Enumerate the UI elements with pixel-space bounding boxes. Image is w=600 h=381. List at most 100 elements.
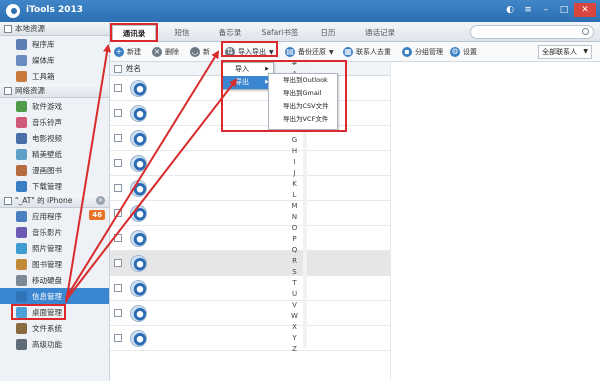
- alphabet-index-letter[interactable]: P: [289, 234, 300, 245]
- sidebar-item-device-2[interactable]: 照片管理: [0, 240, 109, 256]
- row-checkbox[interactable]: [114, 84, 122, 92]
- group-manage-button[interactable]: ▪ 分组管理: [402, 45, 443, 59]
- list-item[interactable]: [110, 326, 390, 351]
- eject-icon[interactable]: ✕: [96, 196, 105, 205]
- alphabet-index-letter[interactable]: H: [289, 146, 300, 157]
- menu-item-import[interactable]: 导入 ▶: [223, 63, 273, 76]
- alphabet-index-letter[interactable]: Z: [289, 344, 300, 355]
- sidebar-item-device-4[interactable]: 移动硬盘: [0, 272, 109, 288]
- menu-item-export-outlook[interactable]: 导出到Outlook: [269, 74, 337, 87]
- row-checkbox[interactable]: [114, 184, 122, 192]
- row-checkbox[interactable]: [114, 284, 122, 292]
- list-item[interactable]: [110, 101, 390, 126]
- sidebar-item-online-4[interactable]: 漫画图书: [0, 162, 109, 178]
- alphabet-index-letter[interactable]: V: [289, 300, 300, 311]
- sidebar-item-device-5[interactable]: 信息管理: [0, 288, 109, 304]
- sidebar-item-device-1[interactable]: 音乐影片: [0, 224, 109, 240]
- list-item[interactable]: [110, 251, 390, 276]
- column-name-header[interactable]: 姓名: [126, 63, 141, 74]
- menu-icon[interactable]: ≡: [520, 3, 536, 17]
- list-item[interactable]: [110, 151, 390, 176]
- sidebar-item-device-8[interactable]: 高级功能: [0, 336, 109, 352]
- section-local-resources[interactable]: 本地资源: [0, 22, 109, 36]
- tab-calendar[interactable]: 日历: [308, 25, 348, 42]
- import-export-button[interactable]: ⇅ 导入导出 ▼: [225, 45, 274, 59]
- list-item[interactable]: [110, 201, 390, 226]
- section-device[interactable]: "_AT" 的 iPhone ✕: [0, 194, 109, 208]
- search-icon[interactable]: [582, 28, 589, 35]
- list-item[interactable]: [110, 176, 390, 201]
- tab-sms[interactable]: 短信: [162, 25, 202, 42]
- tab-safari-bookmarks[interactable]: Safari书签: [258, 25, 302, 42]
- menu-item-export-vcf[interactable]: 导出为VCF文件: [269, 113, 337, 126]
- sidebar-item-device-6[interactable]: 桌面管理: [0, 304, 109, 320]
- section-online-resources[interactable]: 网络资源: [0, 84, 109, 98]
- row-checkbox[interactable]: [114, 159, 122, 167]
- dedupe-button[interactable]: ▦ 联系人去重: [343, 45, 391, 59]
- menu-item-export-gmail[interactable]: 导出到Gmail: [269, 87, 337, 100]
- maximize-button[interactable]: □: [556, 3, 572, 17]
- close-button[interactable]: ✕: [574, 3, 596, 17]
- alphabet-index-letter[interactable]: N: [289, 212, 300, 223]
- alphabet-index-letter[interactable]: O: [289, 223, 300, 234]
- alphabet-index-letter[interactable]: M: [289, 201, 300, 212]
- collapse-icon[interactable]: [4, 196, 12, 205]
- sidebar-item-online-5[interactable]: 下载管理: [0, 178, 109, 194]
- collapse-icon[interactable]: [4, 24, 12, 33]
- alphabet-index-letter[interactable]: S: [289, 267, 300, 278]
- search-input[interactable]: [477, 26, 577, 38]
- alphabet-index-letter[interactable]: I: [289, 157, 300, 168]
- sidebar-item-device-0[interactable]: 应用程序 46: [0, 208, 109, 224]
- alphabet-index-letter[interactable]: L: [289, 190, 300, 201]
- tab-call-log[interactable]: 通话记录: [354, 25, 406, 42]
- row-checkbox[interactable]: [114, 109, 122, 117]
- settings-button[interactable]: ⚙ 设置: [450, 45, 477, 59]
- row-checkbox[interactable]: [114, 309, 122, 317]
- row-checkbox[interactable]: [114, 209, 122, 217]
- skin-icon[interactable]: ◐: [502, 3, 518, 17]
- row-checkbox[interactable]: [114, 234, 122, 242]
- backup-restore-button[interactable]: ▤ 备份还原 ▼: [285, 45, 334, 59]
- sidebar-item-local-1[interactable]: 媒体库: [0, 52, 109, 68]
- select-all-checkbox[interactable]: [114, 64, 122, 73]
- alphabet-index-letter[interactable]: X: [289, 322, 300, 333]
- row-checkbox[interactable]: [114, 134, 122, 142]
- contact-filter-select[interactable]: 全部联系人 ▼: [538, 45, 592, 59]
- sidebar-item-local-2[interactable]: 工具箱: [0, 68, 109, 84]
- list-item[interactable]: [110, 276, 390, 301]
- alphabet-index-letter[interactable]: G: [289, 135, 300, 146]
- tab-contacts[interactable]: 通讯录: [112, 25, 156, 42]
- menu-item-export-csv[interactable]: 导出为CSV文件: [269, 100, 337, 113]
- list-item[interactable]: [110, 301, 390, 326]
- alphabet-index-letter[interactable]: #: [289, 58, 300, 69]
- sidebar-item-label: 精美壁纸: [32, 149, 62, 159]
- alphabet-index-letter[interactable]: Q: [289, 245, 300, 256]
- sidebar-item-online-3[interactable]: 精美壁纸: [0, 146, 109, 162]
- search-box[interactable]: [470, 25, 594, 39]
- collapse-icon[interactable]: [4, 86, 12, 95]
- menu-item-export[interactable]: 导出▶: [223, 76, 273, 89]
- list-item[interactable]: [110, 226, 390, 251]
- row-checkbox[interactable]: [114, 334, 122, 342]
- alphabet-index-letter[interactable]: T: [289, 278, 300, 289]
- row-checkbox[interactable]: [114, 259, 122, 267]
- sidebar-item-online-1[interactable]: 音乐铃声: [0, 114, 109, 130]
- delete-button[interactable]: × 删除: [152, 45, 179, 59]
- alphabet-index-letter[interactable]: R: [289, 256, 300, 267]
- alphabet-index-letter[interactable]: J: [289, 168, 300, 179]
- alphabet-index-letter[interactable]: W: [289, 311, 300, 322]
- list-item[interactable]: [110, 126, 390, 151]
- minimize-button[interactable]: –: [538, 3, 554, 17]
- alphabet-index-letter[interactable]: K: [289, 179, 300, 190]
- sidebar-item-online-2[interactable]: 电影视频: [0, 130, 109, 146]
- sync-button[interactable]: ◡ 新: [190, 45, 210, 59]
- new-button[interactable]: + 新建: [114, 45, 141, 59]
- sidebar-item-device-7[interactable]: 文件系统: [0, 320, 109, 336]
- sidebar-item-device-3[interactable]: 图书管理: [0, 256, 109, 272]
- sidebar-item-local-0[interactable]: 程序库: [0, 36, 109, 52]
- alphabet-index-letter[interactable]: Y: [289, 333, 300, 344]
- sidebar-item-online-0[interactable]: 软件游戏: [0, 98, 109, 114]
- tab-notes[interactable]: 备忘录: [208, 25, 252, 42]
- alphabet-index-letter[interactable]: U: [289, 289, 300, 300]
- backup-icon: ▤: [285, 47, 295, 57]
